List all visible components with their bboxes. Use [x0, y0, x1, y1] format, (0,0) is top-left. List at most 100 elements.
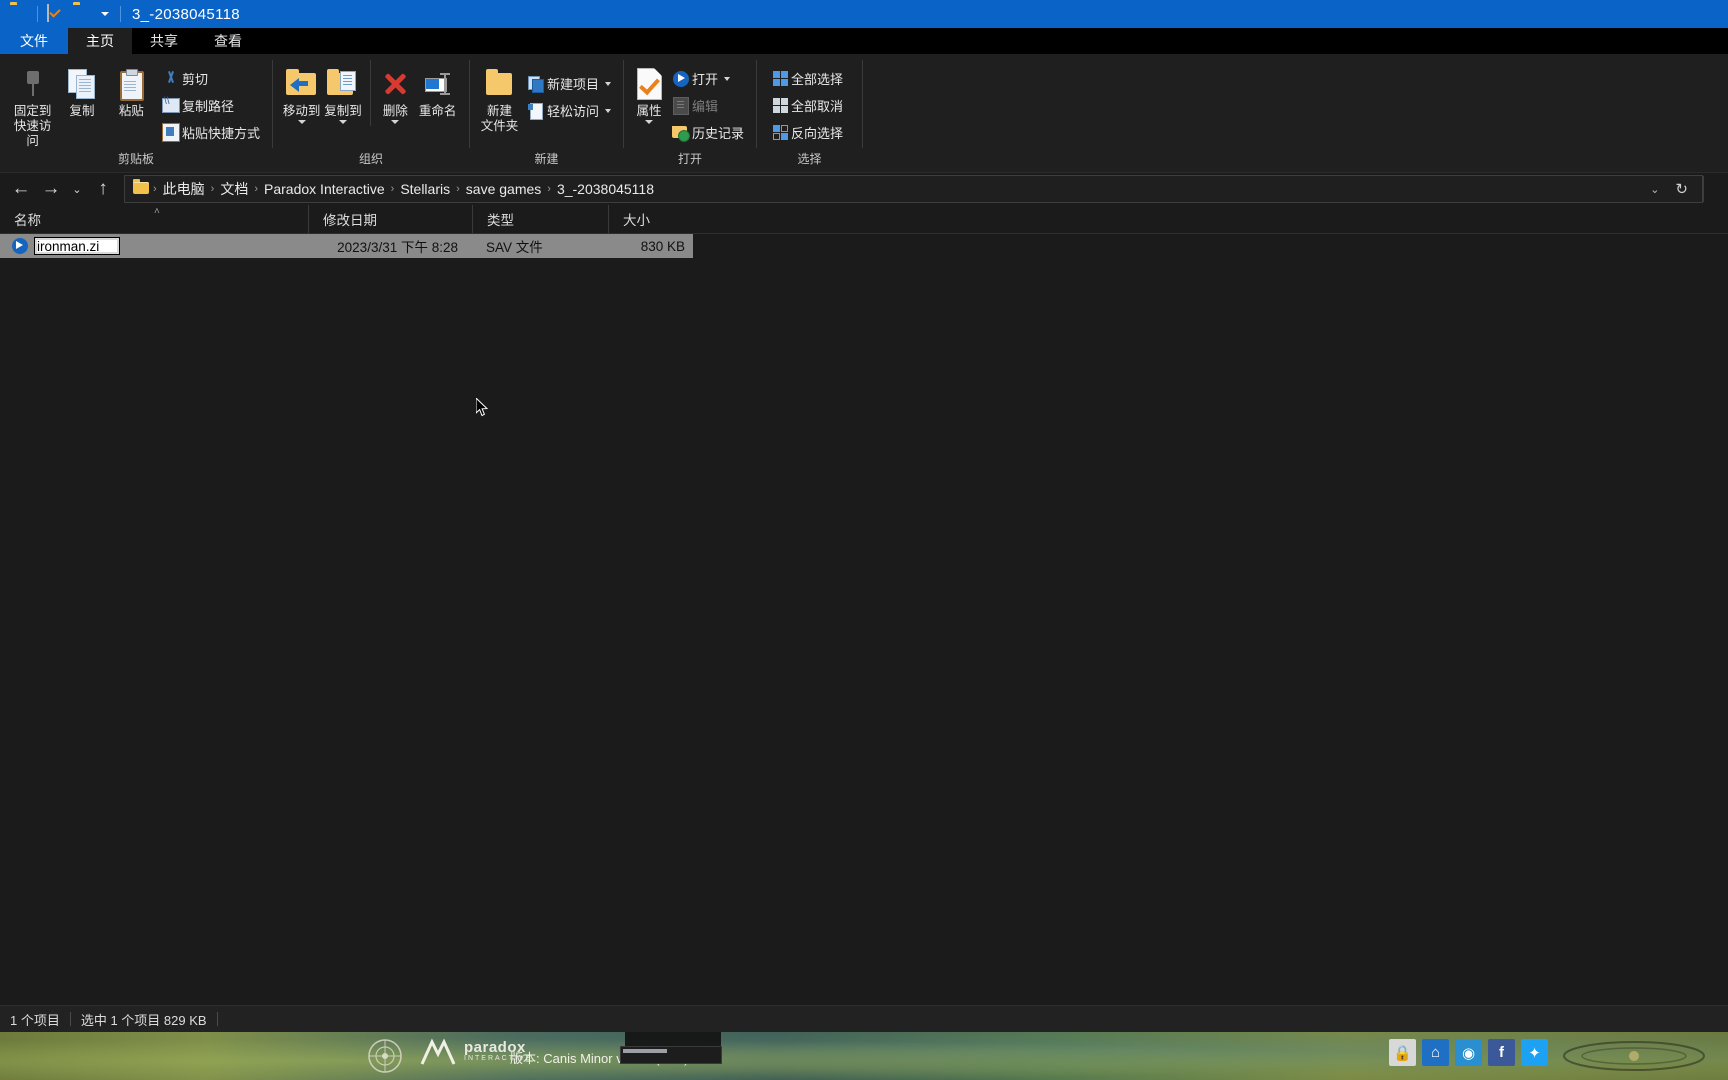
paste-icon [118, 64, 145, 104]
ribbon: 固定到 快速访问 复制 粘贴 剪切 复制路径 [0, 54, 1728, 173]
chevron-down-icon[interactable] [338, 120, 347, 124]
group-label-open: 打开 [677, 152, 702, 166]
tab-view[interactable]: 查看 [196, 28, 260, 54]
chevron-down-icon[interactable] [297, 120, 306, 124]
forward-button[interactable]: → [36, 175, 66, 203]
button-label: 粘贴快捷方式 [181, 126, 260, 141]
file-size-cell: 830 KB [640, 238, 685, 254]
delete-button[interactable]: 删除 [377, 60, 415, 124]
background-game-bar: paradox INTERACTIVE 版本: Canis Minor v3.7… [0, 1032, 1728, 1080]
column-header-name[interactable]: 名称 ˄ [0, 205, 308, 233]
move-to-icon [285, 64, 318, 104]
new-item-button[interactable]: 新建项目 [521, 70, 615, 97]
clipboard-small-commands: 剪切 复制路径 粘贴快捷方式 [156, 60, 264, 146]
easy-access-button[interactable]: 轻松访问 [521, 97, 615, 124]
chevron-down-icon[interactable] [605, 108, 611, 113]
refresh-icon[interactable]: ↻ [1667, 180, 1696, 198]
search-input[interactable] [1703, 176, 1718, 202]
recent-locations-button[interactable]: ⌄ [66, 175, 88, 203]
game-title-logo [1554, 1036, 1714, 1076]
file-name-cell[interactable] [0, 237, 308, 255]
properties-button[interactable]: 属性 [632, 60, 666, 124]
button-label: 固定到 [13, 104, 52, 118]
pin-to-quick-access-button[interactable]: 固定到 快速访问 [8, 60, 57, 149]
button-label: 剪切 [181, 72, 208, 87]
chevron-down-icon[interactable] [605, 81, 611, 86]
game-social-icons: 🔒 ⌂ ◉ f ✦ [1389, 1039, 1548, 1066]
tab-home[interactable]: 主页 [68, 28, 132, 54]
sav-file-icon [12, 238, 28, 254]
game-progress-bar [620, 1046, 722, 1064]
breadcrumb-item-paradox-interactive[interactable]: Paradox Interactive [258, 181, 391, 197]
properties-icon[interactable] [47, 4, 65, 23]
folder-icon[interactable] [10, 5, 28, 23]
edit-icon [670, 96, 692, 115]
breadcrumb-item-stellaris[interactable]: Stellaris [394, 181, 456, 197]
column-label: 名称 [14, 213, 41, 228]
copy-to-icon [326, 64, 359, 104]
chevron-down-icon[interactable] [391, 120, 400, 124]
select-none-button[interactable]: 全部取消 [765, 92, 847, 119]
paste-shortcut-button[interactable]: 粘贴快捷方式 [156, 119, 264, 146]
rename-button[interactable]: 重命名 [414, 60, 461, 119]
easy-access-icon [525, 102, 547, 120]
button-label: 新建 [486, 104, 512, 118]
select-none-icon [769, 98, 791, 113]
breadcrumb-item-documents[interactable]: 文档 [214, 179, 254, 199]
breadcrumb-item-current-folder[interactable]: 3_-2038045118 [551, 181, 660, 197]
button-label: 删除 [382, 104, 408, 118]
chevron-down-icon[interactable] [644, 120, 653, 124]
column-header-size[interactable]: 大小 [608, 205, 693, 233]
new-folder-icon[interactable] [73, 5, 91, 23]
group-label-new: 新建 [534, 152, 559, 166]
column-header-date-modified[interactable]: 修改日期 [308, 205, 472, 233]
rename-input[interactable] [34, 237, 120, 255]
file-date-cell: 2023/3/31 下午 8:28 [337, 240, 458, 255]
lock-icon[interactable]: 🔒 [1389, 1039, 1416, 1066]
move-to-button[interactable]: 移动到 [281, 60, 322, 124]
column-label: 大小 [623, 213, 650, 228]
twitter-icon[interactable]: ✦ [1521, 1039, 1548, 1066]
tab-file[interactable]: 文件 [0, 28, 68, 54]
history-button[interactable]: 历史记录 [666, 119, 748, 146]
globe-icon[interactable]: ◉ [1455, 1039, 1482, 1066]
copy-button[interactable]: 复制 [57, 60, 106, 119]
copy-to-button[interactable]: 复制到 [322, 60, 363, 124]
group-label-select: 选择 [797, 152, 822, 166]
copy-icon [67, 64, 96, 104]
chevron-down-icon[interactable]: ⌄ [1642, 183, 1667, 196]
button-label: 移动到 [282, 104, 321, 118]
column-header-type[interactable]: 类型 [472, 205, 608, 233]
chevron-down-icon[interactable] [101, 12, 109, 16]
up-button[interactable]: ↑ [88, 175, 118, 203]
group-label-clipboard: 剪贴板 [117, 152, 154, 166]
breadcrumb-item-save-games[interactable]: save games [460, 181, 547, 197]
select-all-icon [769, 71, 791, 86]
chevron-down-icon[interactable] [724, 76, 730, 81]
back-button[interactable]: ← [6, 175, 36, 203]
button-label: 属性 [636, 104, 662, 118]
copy-path-button[interactable]: 复制路径 [156, 92, 264, 119]
ribbon-group-clipboard: 固定到 快速访问 复制 粘贴 剪切 复制路径 [0, 54, 272, 172]
address-bar[interactable]: › 此电脑 › 文档 › Paradox Interactive › Stell… [124, 175, 1703, 203]
breadcrumb-item-this-pc[interactable]: 此电脑 [157, 179, 211, 199]
divider [369, 60, 371, 126]
open-button[interactable]: 打开 [666, 65, 748, 92]
select-all-button[interactable]: 全部选择 [765, 65, 847, 92]
ribbon-tabs: 文件 主页 共享 查看 [0, 28, 1728, 54]
cut-button[interactable]: 剪切 [156, 65, 264, 92]
new-folder-button[interactable]: 新建 文件夹 [478, 60, 521, 134]
button-label: 文件夹 [480, 119, 519, 133]
divider [37, 6, 38, 22]
rename-icon [423, 64, 453, 104]
home-icon[interactable]: ⌂ [1422, 1039, 1449, 1066]
invert-selection-button[interactable]: 反向选择 [765, 119, 847, 146]
file-list: 2023/3/31 下午 8:28 SAV 文件 830 KB [0, 234, 1728, 258]
facebook-icon[interactable]: f [1488, 1039, 1515, 1066]
ribbon-group-new: 新建 文件夹 新建项目 轻松访问 新建 [470, 54, 623, 172]
tab-share[interactable]: 共享 [132, 28, 196, 54]
properties-icon [634, 64, 664, 104]
paste-button[interactable]: 粘贴 [107, 60, 156, 119]
table-row[interactable]: 2023/3/31 下午 8:28 SAV 文件 830 KB [0, 234, 693, 258]
mouse-cursor [475, 396, 489, 417]
